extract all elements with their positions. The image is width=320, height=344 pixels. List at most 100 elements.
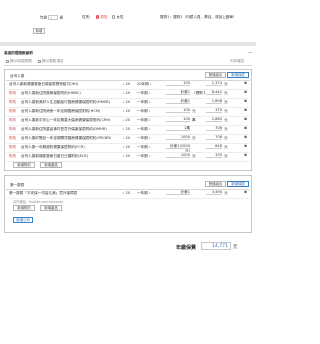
table-row: 附約 台灣人壽好實品一年定期關貸醫療健康保險附約(YRCBR) ▾ 20 一年期…: [6, 135, 250, 143]
add-product-button[interactable]: 新增產品: [40, 205, 62, 211]
term-years-select[interactable]: ▾ 20: [123, 82, 130, 86]
age-label: 年齡: [40, 15, 48, 20]
policy-name[interactable]: 台灣人壽新住院重症事件型意外傷害保險附約(DMHR): [21, 127, 121, 132]
add-product-button[interactable]: 新增產品: [40, 162, 62, 168]
chevron-down-icon: ▾: [148, 118, 151, 122]
premium-value: 1,374: [206, 81, 222, 86]
term-type-select[interactable]: 一年期 ▾: [137, 191, 150, 196]
premium-value: 708: [206, 135, 222, 140]
chevron-down-icon: ▾: [148, 109, 151, 113]
term-years-select[interactable]: ▾ 20: [123, 91, 130, 95]
rider-type-label: 附約: [9, 135, 17, 140]
coverage-amount-input[interactable]: 100: [166, 117, 190, 122]
copy-combo-button[interactable]: 數值組合: [205, 181, 226, 187]
section-title: 高達的理賠數據明: [4, 51, 33, 55]
delete-icon[interactable]: ▪: [244, 144, 247, 149]
delete-icon[interactable]: ▪: [244, 81, 247, 86]
term-years-select[interactable]: ▾ 20: [123, 191, 130, 195]
checkbox-icon: [38, 59, 41, 63]
coverage-amount-input[interactable]: 1000: [166, 135, 190, 140]
copy-combo-button[interactable]: 數值組合: [205, 72, 226, 78]
print-report-link[interactable]: 列印報告: [230, 59, 244, 64]
coverage-amount-input[interactable]: 100: [166, 81, 190, 86]
gender-male-label: 男性: [100, 15, 108, 19]
premium-unit: 元: [224, 144, 228, 149]
term-type-select[interactable]: 一年期 ▾: [137, 145, 150, 150]
minus-icon[interactable]: −: [248, 50, 252, 56]
term-type-select[interactable]: 一年期 ▾: [137, 118, 150, 123]
tier-select[interactable]: 醫院1：醫院1（內鏡人員，需自，或說上證單）: [160, 15, 252, 20]
policy-name[interactable]: 台灣人壽一年期超防健康保險附約(FCR): [21, 145, 121, 150]
gender-label: 性別：: [82, 15, 93, 19]
table-row: 附約 台灣人壽新平安心一年定期重大傷病健康保險附約(CRH) ▾ 20 一年期 …: [6, 117, 250, 125]
term-type-select[interactable]: 一年期 ▾: [137, 100, 150, 105]
premium-unit: 元: [224, 117, 228, 122]
add-company-button[interactable]: 新增公司: [13, 217, 33, 223]
policy-name[interactable]: 第一壽險「平安保一切皆久案」意外保障險: [9, 191, 121, 196]
delete-icon[interactable]: ▪: [244, 117, 247, 122]
delete-icon[interactable]: ▪: [244, 135, 247, 140]
policy-name[interactable]: 台灣人壽新住院病房一年定期醫療保險附約(HCM): [21, 109, 121, 114]
term-type-select[interactable]: 一年期 ▾: [137, 154, 150, 159]
term-years-select[interactable]: ▾ 20: [123, 154, 130, 158]
rider-type-label: 附約: [9, 90, 17, 95]
term-type-select[interactable]: 一年期 ▾: [137, 91, 150, 96]
coverage-unit: 元: [192, 135, 196, 140]
premium-unit: 元: [224, 135, 228, 140]
chevron-down-icon: ▾: [50, 17, 52, 20]
delete-icon[interactable]: ▪: [244, 99, 247, 104]
add-policy-button[interactable]: 新增保險: [227, 72, 249, 78]
coverage-unit: （實際１日實）: [192, 90, 206, 95]
coverage-unit: 萬: [192, 117, 196, 122]
delete-icon[interactable]: ▪: [244, 126, 247, 131]
add-button[interactable]: 新增: [33, 28, 45, 34]
age-field[interactable]: 年齡 ▾ 歲: [40, 15, 63, 21]
coverage-amount-input[interactable]: 1萬: [166, 126, 190, 131]
term-years-select[interactable]: ▾ 20: [123, 100, 130, 104]
policy-name[interactable]: 台灣人壽好實品一年定期關貸醫療健康保險附約(YRCBR): [21, 136, 121, 141]
add-policy-button[interactable]: 新增保險: [227, 181, 249, 187]
policy-name[interactable]: 台灣人壽新美好人生自動給付醫療健康保險附約(HMSR): [21, 100, 121, 105]
table-row: 第一壽險「平安保一切皆久案」意外保障險 ▾ 20 一年期 ▾ 計畫1 3,490…: [6, 190, 250, 198]
coverage-amount-input[interactable]: 100: [166, 108, 190, 113]
delete-icon[interactable]: ▪: [244, 90, 247, 95]
term-type-select[interactable]: 一年期 ▾: [137, 127, 150, 132]
premium-value: 848: [206, 144, 222, 149]
table-row: 附約 台灣人壽新住院醫療保險附約(HNRC) ▾ 20 一年期 ▾ 計畫1 （實…: [6, 90, 250, 98]
delete-icon[interactable]: ▪: [244, 153, 247, 158]
delete-icon[interactable]: ▪: [244, 190, 247, 195]
gender-option-female[interactable]: 女性: [112, 15, 124, 20]
radio-checked-icon: [96, 15, 100, 19]
coverage-amount-input[interactable]: 計畫1: [166, 90, 190, 95]
policy-name[interactable]: 台灣人壽新平安心一年定期重大傷病健康保險附約(CRH): [21, 118, 121, 123]
policy-name[interactable]: 台灣人壽新福衛醫療日當日日額附約(ELR): [21, 154, 121, 159]
option-show-items[interactable]: 顯示要點項目: [38, 59, 64, 64]
policy-name[interactable]: 台灣人壽新住院醫療保險附約(HNRC): [21, 91, 121, 96]
coverage-amount-input[interactable]: 計畫1: [166, 99, 190, 104]
term-type-select[interactable]: 一年期 ▾: [137, 136, 150, 141]
policy-name[interactable]: 台灣人壽新健康醫療日領保險實物給付(HH): [9, 82, 121, 87]
gender-option-male[interactable]: 男性: [96, 15, 108, 20]
delete-icon[interactable]: ▪: [244, 108, 247, 113]
premium-value: 1,808: [206, 99, 222, 104]
term-years-select[interactable]: ▾ 20: [123, 118, 130, 122]
option-show-period[interactable]: 顯示保險期間: [6, 59, 32, 64]
row-divider: [6, 197, 250, 198]
premium-value: 3,490: [206, 190, 222, 195]
term-years-select[interactable]: ▾ 20: [123, 136, 130, 140]
coverage-amount-input[interactable]: 計畫1: [166, 190, 190, 195]
term-type-select[interactable]: 一年期 ▾: [137, 109, 150, 114]
term-type-select[interactable]: 20年期 ▾: [137, 82, 151, 87]
age-select[interactable]: ▾: [48, 15, 59, 20]
term-years-select[interactable]: ▾ 20: [123, 145, 130, 149]
term-years-select[interactable]: ▾ 20: [123, 127, 130, 131]
add-rider-button[interactable]: 新增附約: [13, 162, 35, 168]
premium-value: 8,442: [206, 90, 222, 95]
coverage-amount-input[interactable]: 計畫1(2000元): [166, 144, 190, 153]
partner-link[interactable]: 合作連結：firstlife.com.tw/xxxxx: [13, 199, 63, 204]
term-years-select[interactable]: ▾ 20: [123, 109, 130, 113]
coverage-amount-input[interactable]: 1000: [166, 153, 190, 158]
checkbox-icon: [6, 59, 9, 63]
coverage-unit: 元: [192, 108, 196, 113]
add-rider-button[interactable]: 新增附約: [13, 205, 35, 211]
